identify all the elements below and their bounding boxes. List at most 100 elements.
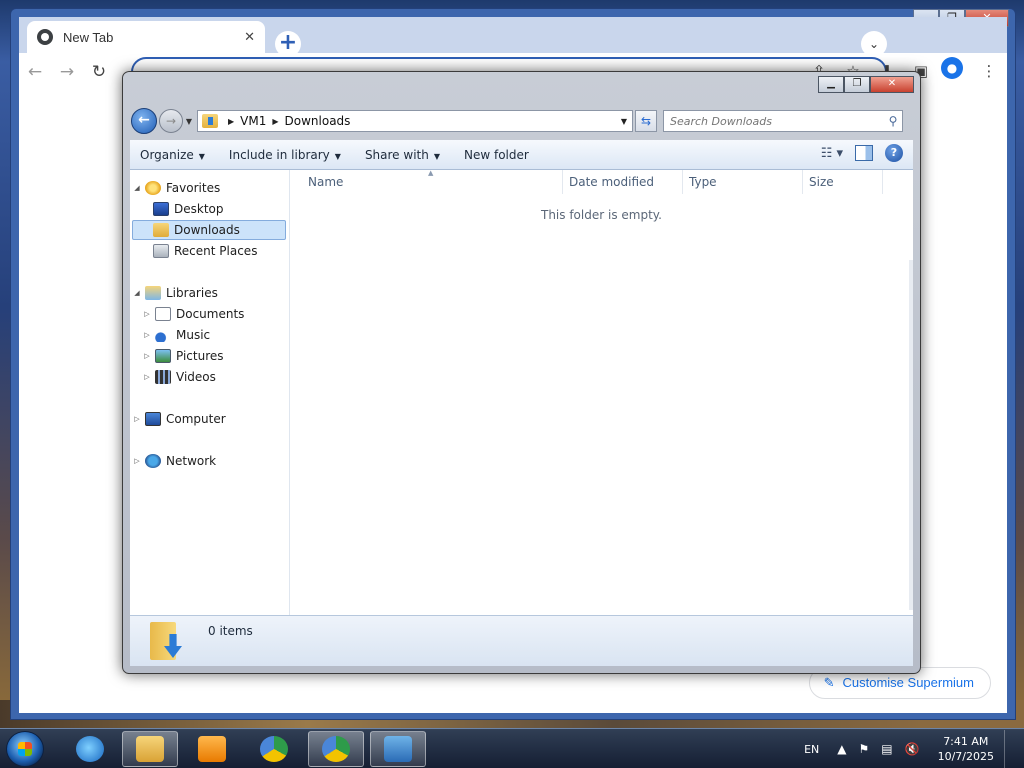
explorer-forward-button[interactable]: → xyxy=(159,109,183,133)
taskbar-remote-desktop[interactable] xyxy=(370,731,426,767)
command-bar-right: ☷ ▾ ? xyxy=(821,144,903,162)
new-folder-label: New folder xyxy=(464,147,529,162)
tab-new-tab[interactable]: New Tab ✕ xyxy=(27,21,265,53)
profile-button[interactable]: ● xyxy=(941,57,969,85)
collapsed-arrow-icon[interactable]: ▷ xyxy=(132,457,142,465)
language-indicator[interactable]: EN xyxy=(804,743,819,756)
expanded-arrow-icon[interactable]: ◢ xyxy=(132,184,142,192)
sort-ascending-icon: ▲ xyxy=(428,169,434,177)
search-input[interactable] xyxy=(670,114,884,128)
navigation-pane: ◢ Favorites Desktop Downloads Recent Pla… xyxy=(130,170,290,615)
forward-arrow-icon[interactable]: → xyxy=(51,57,83,87)
change-view-icon[interactable]: ☷ ▾ xyxy=(821,146,843,161)
reload-icon[interactable]: ↻ xyxy=(83,57,115,87)
column-header-date-modified[interactable]: Date modified xyxy=(563,170,683,194)
computer-icon xyxy=(145,412,161,426)
nav-item-libraries[interactable]: ◢ Libraries xyxy=(132,283,286,303)
share-with-menu[interactable]: Share with ▼ xyxy=(365,148,440,162)
show-hidden-icons-icon[interactable]: ▲ xyxy=(837,742,846,756)
show-desktop-button[interactable] xyxy=(1004,730,1016,768)
collapsed-arrow-icon[interactable]: ▷ xyxy=(142,310,152,318)
collapsed-arrow-icon[interactable]: ▷ xyxy=(142,373,152,381)
breadcrumb-separator-icon[interactable]: ▶ xyxy=(272,117,278,126)
recent-pages-dropdown-icon[interactable]: ▼ xyxy=(183,117,195,126)
help-icon[interactable]: ? xyxy=(885,144,903,162)
explorer-address-bar[interactable]: ▶ VM1 ▶ Downloads ▼ xyxy=(197,110,633,132)
browser-icon xyxy=(322,736,350,762)
taskbar-browser-pinned[interactable] xyxy=(246,731,302,767)
tab-close-icon[interactable]: ✕ xyxy=(244,30,255,45)
share-with-label: Share with xyxy=(364,147,429,162)
volume-muted-icon[interactable]: 🔇 xyxy=(905,742,920,756)
column-header-name[interactable]: ▲ Name xyxy=(290,169,563,194)
explorer-minimize-button[interactable]: ▁ xyxy=(818,76,844,93)
nav-item-desktop[interactable]: Desktop xyxy=(132,199,286,219)
taskbar-media-player[interactable] xyxy=(184,731,240,767)
explorer-refresh-button[interactable]: ⇆ xyxy=(635,110,657,132)
expanded-arrow-icon[interactable]: ◢ xyxy=(132,289,142,297)
nav-label: Downloads xyxy=(174,223,240,237)
organize-menu[interactable]: Organize ▼ xyxy=(140,148,205,162)
back-arrow-icon[interactable]: ← xyxy=(19,57,51,87)
nav-item-pictures[interactable]: ▷ Pictures xyxy=(132,346,286,366)
scrollbar[interactable] xyxy=(909,260,913,610)
nav-label: Documents xyxy=(176,307,245,321)
nav-item-downloads[interactable]: Downloads xyxy=(132,220,286,240)
internet-explorer-icon xyxy=(76,736,104,762)
explorer-address-row: ← → ▼ ▶ VM1 ▶ Downloads ▼ ⇆ ⚲ xyxy=(131,106,912,136)
explorer-maximize-button[interactable]: ❐ xyxy=(844,76,870,93)
action-center-flag-icon[interactable]: ⚑ xyxy=(859,742,870,756)
explorer-close-button[interactable]: ✕ xyxy=(870,76,914,93)
breadcrumb-separator-icon[interactable]: ▶ xyxy=(228,117,234,126)
downloads-folder-icon xyxy=(153,223,169,237)
include-in-library-menu[interactable]: Include in library ▼ xyxy=(229,148,341,162)
collapsed-arrow-icon[interactable]: ▷ xyxy=(142,331,152,339)
downloads-folder-large-icon xyxy=(150,622,184,662)
column-header-size[interactable]: Size xyxy=(803,170,883,194)
clock[interactable]: 7:41 AM 10/7/2025 xyxy=(938,734,994,764)
start-button[interactable] xyxy=(6,731,44,767)
breadcrumb-downloads[interactable]: Downloads xyxy=(285,114,351,128)
nav-item-favorites[interactable]: ◢ Favorites xyxy=(132,178,286,198)
taskbar: EN ▲ ⚑ ▤ 🔇 7:41 AM 10/7/2025 xyxy=(0,728,1024,768)
preview-pane-icon[interactable] xyxy=(855,145,873,161)
collapsed-arrow-icon[interactable]: ▷ xyxy=(142,352,152,360)
explorer-back-button[interactable]: ← xyxy=(131,108,157,134)
avatar-icon: ● xyxy=(941,57,963,79)
clock-date: 10/7/2025 xyxy=(937,750,994,763)
nav-item-documents[interactable]: ▷ Documents xyxy=(132,304,286,324)
taskbar-internet-explorer[interactable] xyxy=(62,731,118,767)
file-list-pane: ▲ Name Date modified Type Size This fold… xyxy=(290,169,913,615)
nav-item-recent-places[interactable]: Recent Places xyxy=(132,241,286,261)
search-icon[interactable]: ⚲ xyxy=(884,114,902,128)
address-dropdown-icon[interactable]: ▼ xyxy=(616,117,632,126)
nav-item-videos[interactable]: ▷ Videos xyxy=(132,367,286,387)
command-bar: Organize ▼ Include in library ▼ Share with… xyxy=(130,140,913,170)
chrome-favicon-icon xyxy=(37,29,53,45)
pictures-icon xyxy=(155,349,171,363)
favorites-star-icon xyxy=(145,181,161,195)
column-label: Size xyxy=(809,175,834,189)
nav-item-music[interactable]: ▷ Music xyxy=(132,325,286,345)
taskbar-browser-running[interactable] xyxy=(308,731,364,767)
menu-kebab-icon[interactable]: ⋮ xyxy=(975,57,1003,85)
downloads-folder-icon xyxy=(202,114,218,128)
media-player-icon xyxy=(198,736,226,762)
explorer-search-box[interactable]: ⚲ xyxy=(663,110,903,132)
breadcrumb-vm1[interactable]: VM1 xyxy=(240,114,266,128)
chevron-down-icon: ▼ xyxy=(198,151,205,161)
nav-item-computer[interactable]: ▷ Computer xyxy=(132,409,286,429)
nav-label: Computer xyxy=(166,412,226,426)
column-header-type[interactable]: Type xyxy=(683,170,803,194)
network-status-icon[interactable]: ▤ xyxy=(881,742,892,756)
taskbar-windows-explorer[interactable] xyxy=(122,731,178,767)
nav-item-network[interactable]: ▷ Network xyxy=(132,451,286,471)
tab-strip: New Tab ✕ + ⌄ xyxy=(19,17,1007,57)
system-tray: EN ▲ ⚑ ▤ 🔇 7:41 AM 10/7/2025 xyxy=(804,729,1016,768)
nav-label: Network xyxy=(166,454,217,468)
include-in-library-label: Include in library xyxy=(228,147,330,162)
explorer-window: ▁ ❐ ✕ ← → ▼ ▶ VM1 ▶ Downloads ▼ ⇆ ⚲ Orga… xyxy=(122,71,921,674)
collapsed-arrow-icon[interactable]: ▷ xyxy=(132,415,142,423)
new-folder-button[interactable]: New folder xyxy=(464,148,529,162)
recent-places-icon xyxy=(153,244,169,258)
